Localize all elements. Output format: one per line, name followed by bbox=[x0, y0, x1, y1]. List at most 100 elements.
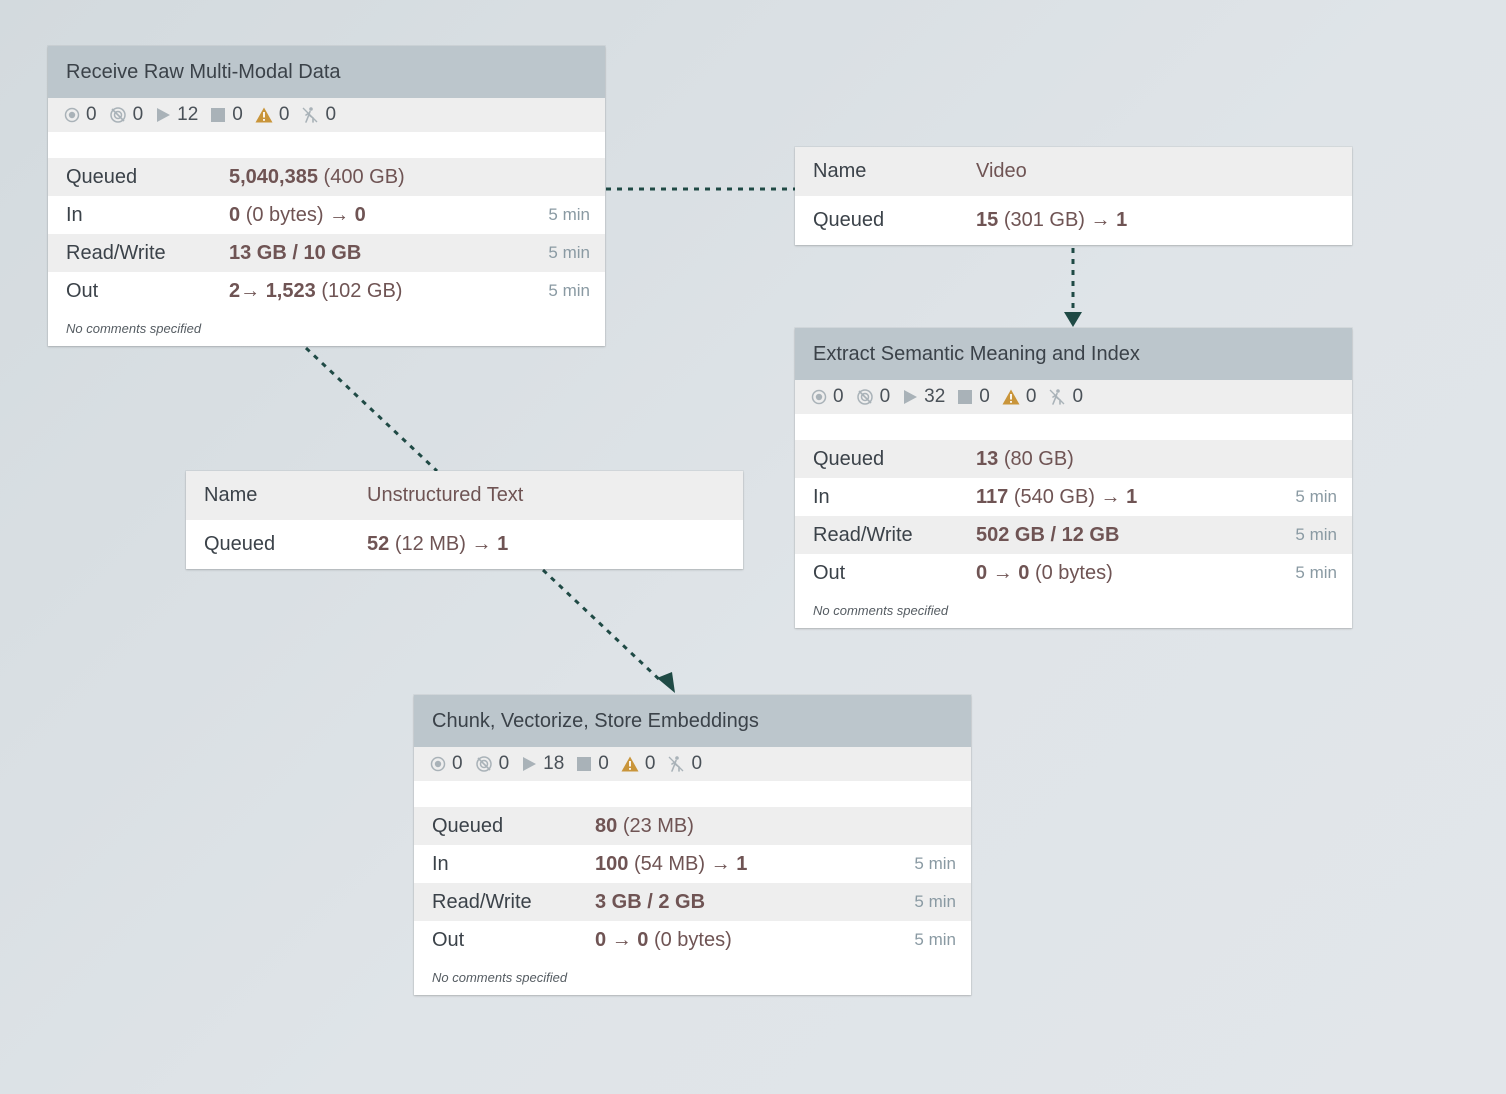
row-label: Read/Write bbox=[813, 523, 913, 546]
stat-warnings: 0 bbox=[255, 104, 289, 126]
stat-disabled: 0 bbox=[667, 753, 702, 775]
stat-active: 32 bbox=[902, 386, 945, 408]
connection-line-text-out[interactable] bbox=[541, 568, 664, 684]
row-time: 5 min bbox=[1295, 525, 1337, 544]
connection-queued-row: Queued 15 (301 GB) → 1 bbox=[795, 196, 1352, 245]
row-readwrite: Read/Write 3 GB / 2 GB 5 min bbox=[414, 883, 971, 921]
row-time: 5 min bbox=[548, 205, 590, 224]
row-label: Out bbox=[66, 279, 99, 302]
stat-invalid: 0 bbox=[210, 104, 243, 126]
warning-icon bbox=[621, 756, 639, 772]
stat-invalid: 0 bbox=[576, 753, 609, 775]
spacer bbox=[795, 414, 1352, 440]
row-label: Read/Write bbox=[66, 241, 166, 264]
row-value: 0 → 0 (0 bytes) bbox=[595, 928, 732, 951]
processor-comments: No comments specified bbox=[432, 969, 568, 985]
row-time: 5 min bbox=[914, 854, 956, 873]
processor-comments: No comments specified bbox=[813, 602, 949, 618]
row-label: In bbox=[432, 852, 449, 875]
stop-square-icon bbox=[577, 757, 592, 771]
row-value: 80 (23 MB) bbox=[595, 814, 694, 837]
row-label: In bbox=[813, 485, 830, 508]
processor-receive-raw-data[interactable]: Receive Raw Multi-Modal Data 0 0 12 0 0 … bbox=[48, 46, 605, 346]
stat-stopped: 0 bbox=[856, 386, 890, 408]
spacer bbox=[414, 781, 971, 807]
processor-stats: 0 0 18 0 0 0 bbox=[414, 747, 971, 781]
row-value: 0 (0 bytes) → 0 bbox=[229, 203, 366, 226]
connection-name-label: Name bbox=[204, 484, 258, 506]
connection-queued-label: Queued bbox=[813, 209, 885, 231]
processor-extract-semantic[interactable]: Extract Semantic Meaning and Index 0 0 3… bbox=[795, 328, 1352, 628]
row-queued: Queued 13 (80 GB) bbox=[795, 440, 1352, 478]
processor-title[interactable]: Extract Semantic Meaning and Index bbox=[795, 328, 1352, 380]
row-value: 502 GB / 12 GB bbox=[976, 523, 1120, 546]
stat-stopped: 0 bbox=[109, 104, 143, 126]
connection-queued-row: Queued 52 (12 MB) → 1 bbox=[186, 520, 743, 569]
row-label: Queued bbox=[813, 447, 885, 470]
connection-line-text-in[interactable] bbox=[304, 346, 439, 473]
connection-unstructured-text[interactable]: Name Unstructured Text Queued 52 (12 MB)… bbox=[186, 471, 743, 569]
row-queued: Queued 80 (23 MB) bbox=[414, 807, 971, 845]
stat-active: 18 bbox=[521, 753, 564, 775]
connection-arrow-text bbox=[657, 672, 675, 693]
row-time: 5 min bbox=[548, 281, 590, 300]
row-label: Queued bbox=[432, 814, 504, 837]
row-label: Out bbox=[432, 928, 465, 951]
row-queued: Queued 5,040,385 (400 GB) bbox=[48, 158, 605, 196]
stat-warnings: 0 bbox=[1002, 386, 1036, 408]
row-value: 0 → 0 (0 bytes) bbox=[976, 561, 1113, 584]
stat-invalid: 0 bbox=[957, 386, 990, 408]
play-icon bbox=[523, 757, 537, 771]
stat-stopped: 0 bbox=[475, 753, 509, 775]
row-value: 3 GB / 2 GB bbox=[595, 890, 706, 913]
processor-comments: No comments specified bbox=[66, 320, 202, 336]
disabled-icon bbox=[668, 756, 684, 772]
warning-icon bbox=[255, 107, 273, 123]
connection-arrow-video bbox=[1064, 312, 1082, 327]
row-in: In 0 (0 bytes) → 0 5 min bbox=[48, 196, 605, 234]
stat-disabled: 0 bbox=[1048, 386, 1083, 408]
row-out: Out 0 → 0 (0 bytes) 5 min bbox=[414, 921, 971, 959]
stat-warnings: 0 bbox=[621, 753, 655, 775]
stat-active: 12 bbox=[155, 104, 198, 126]
row-label: Read/Write bbox=[432, 890, 532, 913]
row-time: 5 min bbox=[1295, 563, 1337, 582]
connection-name-row: Name Video bbox=[795, 147, 1352, 196]
processor-title[interactable]: Chunk, Vectorize, Store Embeddings bbox=[414, 695, 971, 747]
row-value: 13 GB / 10 GB bbox=[229, 241, 362, 264]
disabled-icon bbox=[1049, 389, 1065, 405]
row-out: Out 2→ 1,523 (102 GB) 5 min bbox=[48, 272, 605, 310]
play-icon bbox=[157, 108, 171, 122]
row-out: Out 0 → 0 (0 bytes) 5 min bbox=[795, 554, 1352, 592]
row-value: 13 (80 GB) bbox=[976, 447, 1074, 470]
stat-running: 0 bbox=[430, 753, 463, 775]
row-in: In 117 (540 GB) → 1 5 min bbox=[795, 478, 1352, 516]
stop-square-icon bbox=[958, 390, 973, 404]
processor-chunk-vectorize[interactable]: Chunk, Vectorize, Store Embeddings 0 0 1… bbox=[414, 695, 971, 995]
row-value: 100 (54 MB) → 1 bbox=[595, 852, 748, 875]
row-time: 5 min bbox=[1295, 487, 1337, 506]
stopped-target-icon bbox=[856, 389, 873, 405]
row-readwrite: Read/Write 502 GB / 12 GB 5 min bbox=[795, 516, 1352, 554]
stat-running: 0 bbox=[811, 386, 844, 408]
running-target-icon bbox=[811, 389, 827, 405]
row-value: 5,040,385 (400 GB) bbox=[229, 165, 405, 188]
row-label: Queued bbox=[66, 165, 138, 188]
processor-title[interactable]: Receive Raw Multi-Modal Data bbox=[48, 46, 605, 98]
processor-stats: 0 0 12 0 0 0 bbox=[48, 98, 605, 132]
running-target-icon bbox=[64, 107, 80, 123]
row-time: 5 min bbox=[914, 892, 956, 911]
row-value: 2→ 1,523 (102 GB) bbox=[229, 279, 403, 302]
connection-video[interactable]: Name Video Queued 15 (301 GB) → 1 bbox=[795, 147, 1352, 245]
connection-name: Video bbox=[976, 160, 1027, 182]
connection-name-label: Name bbox=[813, 160, 867, 182]
processor-stats: 0 0 32 0 0 0 bbox=[795, 380, 1352, 414]
connection-queued-value: 52 (12 MB) → 1 bbox=[367, 533, 509, 555]
stat-running: 0 bbox=[64, 104, 97, 126]
running-target-icon bbox=[430, 756, 446, 772]
row-in: In 100 (54 MB) → 1 5 min bbox=[414, 845, 971, 883]
row-time: 5 min bbox=[548, 243, 590, 262]
connection-queued-label: Queued bbox=[204, 533, 276, 555]
stop-square-icon bbox=[211, 108, 226, 122]
connection-name-row: Name Unstructured Text bbox=[186, 471, 743, 520]
